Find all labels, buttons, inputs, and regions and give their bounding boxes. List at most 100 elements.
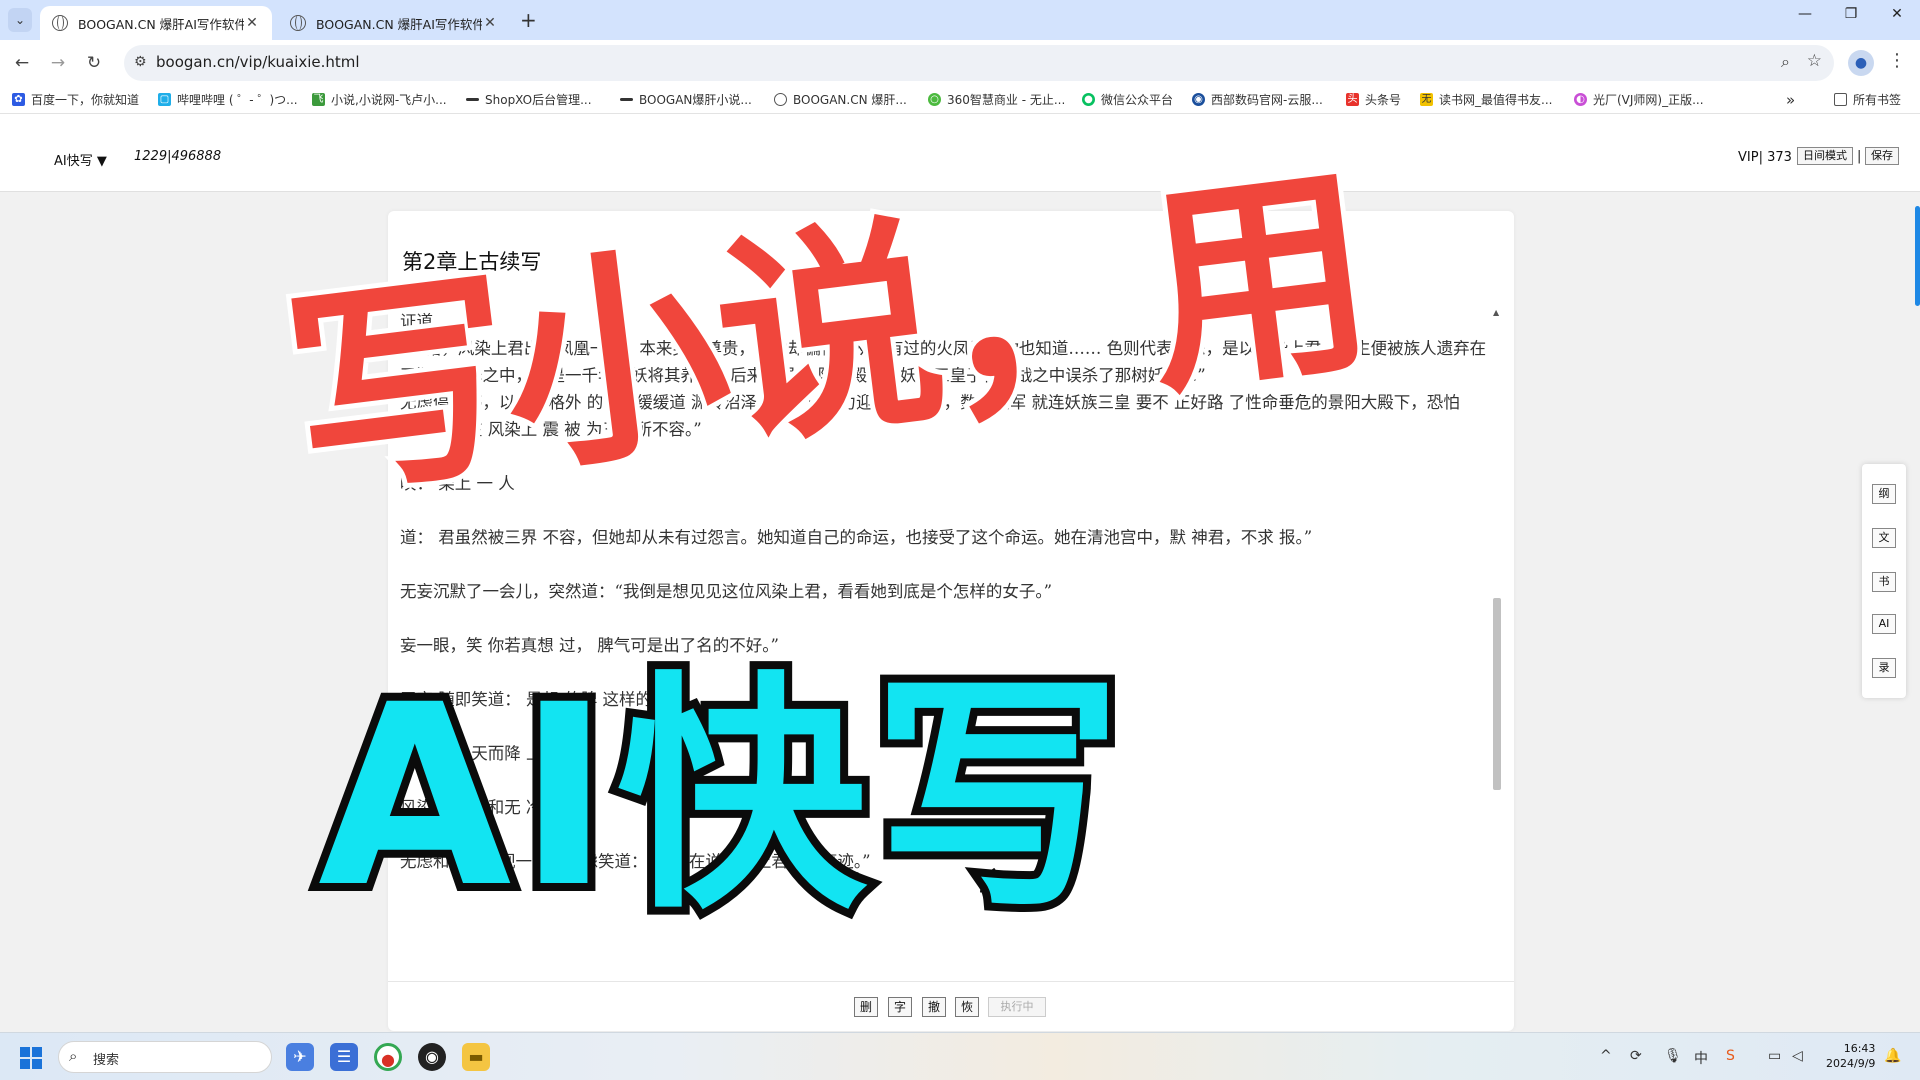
taskbar-clock[interactable]: 16:43 2024/9/9 <box>1826 1041 1875 1071</box>
editor-card: 第2章上古续写 证道。 “不错，风染上君出自凤凰一族，本来身份尊贵，可她却偏偏是… <box>388 211 1514 1031</box>
microphone-icon[interactable]: 🎙 <box>1664 1048 1682 1064</box>
word-count: 1229|496888 <box>134 149 222 164</box>
globe-icon <box>774 93 787 106</box>
globe-icon <box>52 15 68 31</box>
bookmark-item[interactable]: 头头条号 <box>1346 91 1401 108</box>
dash-icon <box>620 98 633 101</box>
bookmark-item[interactable]: ◐ 光厂(VJ师网)_正版... <box>1574 91 1704 108</box>
paragraph: 无妄 随即笑道： 是想 的脾 这样的 <box>400 690 652 709</box>
paragraph: 风染上君 妄和无 冷道： <box>400 798 576 817</box>
chrome-app-icon[interactable]: ● <box>374 1043 402 1071</box>
ai-button[interactable]: AI <box>1872 614 1896 634</box>
ime-icon[interactable]: 中 <box>1694 1048 1708 1068</box>
tray-chevron-up-icon[interactable]: ^ <box>1600 1048 1612 1064</box>
notepad-app-icon[interactable]: ☰ <box>330 1043 358 1071</box>
site-info-icon[interactable]: ⚙ <box>134 54 147 70</box>
mode-dropdown[interactable]: AI快写 ▼ <box>54 150 107 169</box>
forward-arrow-icon[interactable]: → <box>46 51 70 75</box>
save-button[interactable]: 保存 <box>1865 147 1899 165</box>
browser-tab-strip: ⌄ BOOGAN.CN 爆肝AI写作软件 ✕ BOOGAN.CN 爆肝AI写作软… <box>0 0 1920 40</box>
search-icon: ⌕ <box>69 1047 78 1065</box>
bookmark-item[interactable]: BOOGAN.CN 爆肝... <box>774 91 907 108</box>
paragraph: 无妄沉默了一会儿，突然道：“我倒是想见见这位风染上君，看看她到底是个怎样的女子。… <box>400 582 1053 601</box>
obs-app-icon[interactable]: ◉ <box>418 1043 446 1071</box>
tab-close-icon[interactable]: ✕ <box>244 15 260 31</box>
tab-title: BOOGAN.CN 爆肝AI写作软件 <box>78 16 244 32</box>
dushu-icon: 无 <box>1420 93 1433 106</box>
bookmarks-bar: ✿ 百度一下，你就知道 ▢ 哔哩哔哩 ( ゜- ゜)つ... 飞小说,小说网-飞卢小… <box>0 86 1920 114</box>
bookmark-star-icon[interactable]: ☆ <box>1807 51 1822 71</box>
zoom-icon[interactable]: ⌕ <box>1781 52 1790 72</box>
more-bookmarks-button[interactable]: » <box>1786 91 1795 109</box>
close-window-icon[interactable]: ✕ <box>1874 6 1920 22</box>
profile-avatar-icon[interactable]: ● <box>1848 50 1874 76</box>
scroll-up-arrow-icon[interactable]: ▲ <box>1493 308 1499 317</box>
scrollbar-thumb[interactable] <box>1493 598 1501 790</box>
bookmark-item[interactable]: ● 微信公众平台 <box>1082 91 1173 108</box>
wechat-icon: ● <box>1082 93 1095 106</box>
edge-accent-bar <box>1915 206 1920 306</box>
redo-button[interactable]: 恢 <box>955 997 979 1017</box>
toutiao-icon: 头 <box>1346 93 1359 106</box>
delete-button[interactable]: 删 <box>854 997 878 1017</box>
file-explorer-icon[interactable]: ▬ <box>462 1043 490 1071</box>
bookmark-item[interactable]: ◉ 西部数码官网-云服... <box>1192 91 1323 108</box>
dash-icon <box>466 98 479 101</box>
day-mode-button[interactable]: 日间模式 <box>1797 147 1853 165</box>
reload-icon[interactable]: ↻ <box>82 51 106 75</box>
feishu-app-icon[interactable]: ✈ <box>286 1043 314 1071</box>
paragraph: 无虑和无妄对视一眼，无虑笑道：“我们在说风染上君你的事迹。” <box>400 852 871 871</box>
text-button[interactable]: 文 <box>1872 528 1896 548</box>
font-button[interactable]: 字 <box>888 997 912 1017</box>
bookmark-item[interactable]: ▢ 哔哩哔哩 ( ゜- ゜)つ... <box>158 91 298 108</box>
tab-search-chevron-icon[interactable]: ⌄ <box>8 8 32 32</box>
globe-icon <box>290 15 306 31</box>
browser-tab-active[interactable]: BOOGAN.CN 爆肝AI写作软件 ✕ <box>40 6 272 40</box>
paragraph: 叹： 染上 一 人 <box>400 474 515 493</box>
vip-status: VIP| 373 <box>1738 150 1792 165</box>
book-button[interactable]: 书 <box>1872 572 1896 592</box>
tab-close-icon[interactable]: ✕ <box>482 15 498 31</box>
tab-title: BOOGAN.CN 爆肝AI写作软件 <box>316 16 482 32</box>
undo-button[interactable]: 撤 <box>922 997 946 1017</box>
content-editor[interactable]: 证道。 “不错，风染上君出自凤凰一族，本来身份尊贵，可她却偏偏是从未有过的火凤凰… <box>400 308 1488 980</box>
bookmark-item[interactable]: ShopXO后台管理... <box>466 91 592 108</box>
windows-start-icon[interactable] <box>20 1047 42 1069</box>
baidu-icon: ✿ <box>12 93 25 106</box>
address-bar[interactable]: ⚙ boogan.cn/vip/kuaixie.html ⌕ ☆ <box>124 45 1834 81</box>
volume-icon[interactable]: ◁ <box>1792 1048 1803 1064</box>
feilu-icon: 飞 <box>312 93 325 106</box>
bilibili-icon: ▢ <box>158 93 171 106</box>
360-icon: ○ <box>928 93 941 106</box>
clock-date: 2024/9/9 <box>1826 1057 1876 1070</box>
bookmark-item[interactable]: ○ 360智慧商业 - 无止... <box>928 91 1065 108</box>
browser-menu-icon[interactable]: ⋮ <box>1888 50 1906 71</box>
bookmark-item[interactable]: BOOGAN爆肝小说... <box>620 91 752 108</box>
taskbar-search[interactable]: ⌕ 搜索 <box>58 1041 272 1073</box>
notification-bell-icon[interactable]: 🔔 <box>1884 1048 1901 1064</box>
separator: | <box>1857 149 1862 164</box>
minimize-icon[interactable]: — <box>1782 6 1828 22</box>
paragraph: 道： 君虽然被三界 不容，但她却从未有过怨言。她知道自己的命运，也接受了这个命运… <box>400 528 1313 547</box>
editor-scrollbar[interactable]: ▲ <box>1491 308 1503 980</box>
restore-icon[interactable]: ❐ <box>1828 6 1874 22</box>
executing-button[interactable]: 执行中 <box>988 997 1046 1017</box>
browser-toolbar: ← → ↻ ⚙ boogan.cn/vip/kuaixie.html ⌕ ☆ ●… <box>0 40 1920 86</box>
new-tab-button[interactable]: + <box>520 8 537 32</box>
all-bookmarks-folder[interactable]: 所有书签 <box>1834 91 1901 108</box>
sogou-icon[interactable]: S <box>1726 1048 1735 1064</box>
paragraph: “不错，风染上君出自凤凰一族，本来身份尊贵，可她却偏偏是从未有过的火凤凰，你也知… <box>400 339 1487 385</box>
back-arrow-icon[interactable]: ← <box>10 51 34 75</box>
bookmark-item[interactable]: 无读书网_最值得书友... <box>1420 91 1552 108</box>
app-header: AI快写 ▼ 1229|496888 VIP| 373 日间模式 | 保存 <box>0 114 1920 192</box>
sync-icon[interactable]: ⟳ <box>1630 1048 1642 1064</box>
paragraph: 突然， 从天而降 上 <box>400 744 543 763</box>
bookmark-item[interactable]: ✿ 百度一下，你就知道 <box>12 91 139 108</box>
bookmark-item[interactable]: 飞小说,小说网-飞卢小... <box>312 91 447 108</box>
url-text[interactable]: boogan.cn/vip/kuaixie.html <box>156 53 360 71</box>
outline-button[interactable]: 纲 <box>1872 484 1896 504</box>
network-icon[interactable]: ▭ <box>1768 1048 1781 1064</box>
browser-tab-inactive[interactable]: BOOGAN.CN 爆肝AI写作软件 ✕ <box>278 6 510 40</box>
record-button[interactable]: 录 <box>1872 658 1896 678</box>
chapter-title[interactable]: 第2章上古续写 <box>402 246 541 276</box>
